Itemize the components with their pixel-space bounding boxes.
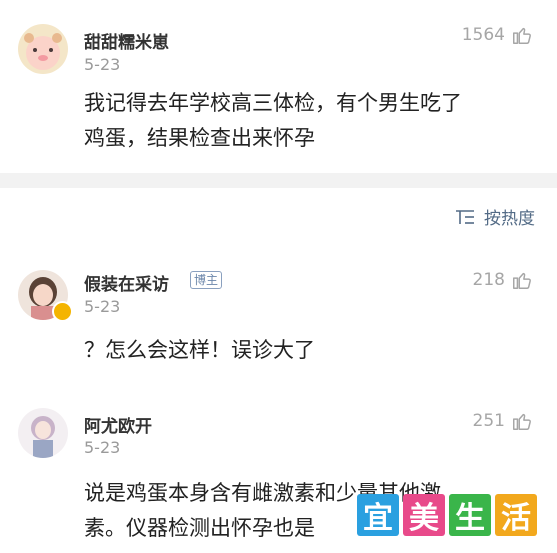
watermark-char: 美 (403, 494, 445, 536)
sort-label: 按热度 (484, 209, 535, 229)
watermark-char: 活 (495, 494, 537, 536)
sort-icon (456, 209, 474, 224)
thumbs-up-icon (513, 272, 531, 289)
thumbs-up-icon (513, 27, 531, 44)
comment-text: 我记得去年学校高三体检，有个男生吃了 鸡蛋，结果检查出来怀孕 (84, 86, 529, 156)
sort-toggle[interactable]: 按热度 (454, 204, 535, 229)
verified-icon (52, 301, 73, 322)
comment-text-line: 我记得去年学校高三体检，有个男生吃了 (84, 91, 462, 115)
comment-text-line: 鸡蛋，结果检查出来怀孕 (84, 126, 315, 150)
comment-item: 假装在采访 博主 5-23 218 ？怎么会这样！误诊大了 (0, 250, 557, 385)
thumbs-up-icon (513, 413, 531, 430)
username[interactable]: 阿尤欧开 (84, 412, 152, 437)
like-count: 218 (472, 270, 505, 290)
like-count: 251 (472, 411, 505, 431)
watermark-logo: 宜 美 生 活 (357, 494, 537, 536)
comment-text: ？怎么会这样！误诊大了 (84, 333, 529, 368)
avatar-image (18, 408, 68, 458)
avatar[interactable] (18, 408, 68, 458)
like-count: 1564 (461, 25, 505, 45)
section-divider (0, 173, 557, 188)
watermark-char: 生 (449, 494, 491, 536)
avatar[interactable] (18, 24, 68, 74)
username[interactable]: 甜甜糯米崽 (84, 28, 169, 53)
like-button[interactable]: 251 (473, 410, 533, 432)
username[interactable]: 假装在采访 (84, 270, 169, 295)
like-button[interactable]: 218 (473, 269, 533, 291)
watermark-char: 宜 (357, 494, 399, 536)
like-button[interactable]: 1564 (462, 24, 533, 46)
comment-item: 甜甜糯米崽 5-23 1564 我记得去年学校高三体检，有个男生吃了 鸡蛋，结果… (0, 0, 557, 173)
comment-date: 5-23 (84, 438, 121, 457)
blogger-badge: 博主 (190, 271, 223, 289)
comment-text-line: ？怎么会这样！误诊大了 (84, 338, 315, 362)
comment-date: 5-23 (84, 297, 121, 316)
avatar-image (18, 24, 68, 74)
comment-date: 5-23 (84, 55, 121, 74)
